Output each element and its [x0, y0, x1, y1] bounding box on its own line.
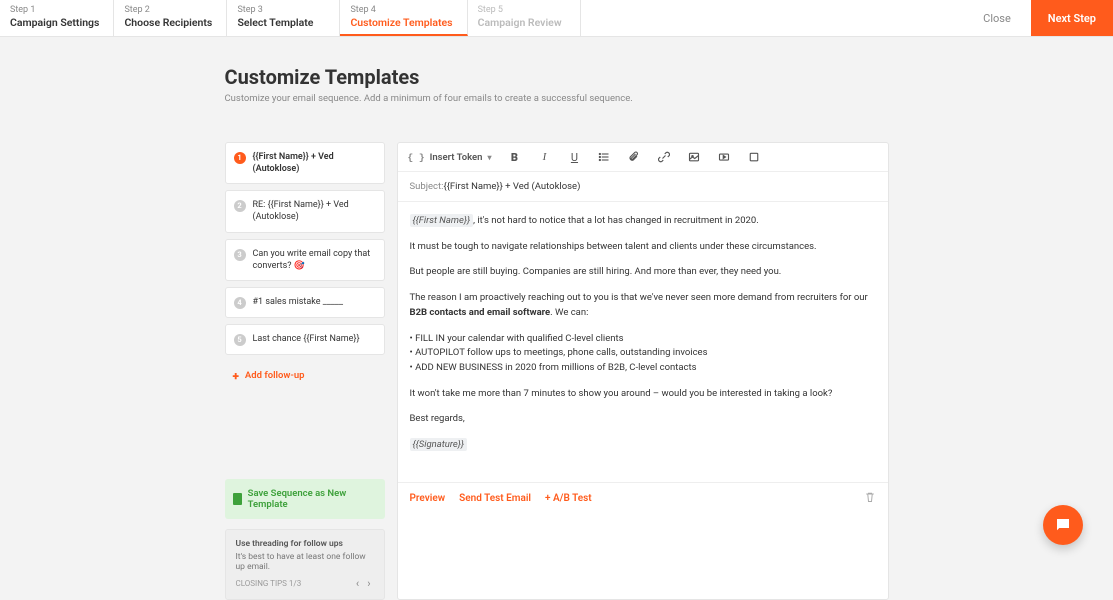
- sequence-number: 5: [234, 334, 246, 346]
- paperclip-icon: [628, 151, 640, 163]
- insert-token-label: Insert Token: [430, 152, 483, 163]
- sequence-number: 3: [234, 249, 246, 261]
- feature-list: FILL IN your calendar with qualified C-l…: [410, 332, 876, 376]
- chat-fab[interactable]: [1043, 505, 1083, 545]
- sequence-item-3[interactable]: 3 Can you write email copy that converts…: [225, 239, 385, 281]
- page-title: Customize Templates: [225, 65, 889, 89]
- link-icon: [658, 151, 670, 163]
- step-5[interactable]: Step 5 Campaign Review: [468, 0, 581, 36]
- tip-next-button[interactable]: ›: [364, 577, 373, 590]
- step-label: Step 2: [124, 5, 212, 15]
- image-button[interactable]: [687, 150, 701, 164]
- wizard-stepper: Step 1 Campaign Settings Step 2 Choose R…: [0, 0, 1113, 37]
- step-label: Step 3: [237, 5, 325, 15]
- list-button[interactable]: [597, 150, 611, 164]
- step-4[interactable]: Step 4 Customize Templates: [340, 0, 467, 36]
- tip-prev-button[interactable]: ‹: [353, 577, 362, 590]
- video-button[interactable]: [717, 150, 731, 164]
- trash-icon: [864, 491, 876, 503]
- chat-icon: [1054, 516, 1072, 534]
- subject-label: Subject:: [410, 181, 444, 192]
- email-editor: { } Insert Token ▾ B I U: [397, 142, 889, 600]
- braces-icon: { }: [408, 152, 425, 163]
- sequence-label: Last chance {{First Name}}: [253, 333, 360, 346]
- send-test-button[interactable]: Send Test Email: [459, 493, 531, 504]
- editor-toolbar: { } Insert Token ▾ B I U: [398, 143, 888, 172]
- sequence-item-2[interactable]: 2 RE: {{First Name}} + Ved (Autoklose): [225, 190, 385, 232]
- ab-test-button[interactable]: + A/B Test: [545, 493, 592, 504]
- add-followup-label: Add follow-up: [245, 370, 305, 381]
- delete-button[interactable]: [864, 491, 876, 506]
- page-subtitle: Customize your email sequence. Add a min…: [225, 93, 889, 104]
- plus-icon: +: [233, 369, 239, 383]
- step-title: Campaign Review: [478, 16, 566, 29]
- save-sequence-label: Save Sequence as New Template: [248, 488, 377, 510]
- step-2[interactable]: Step 2 Choose Recipients: [114, 0, 227, 36]
- editor-footer: Preview Send Test Email + A/B Test: [398, 482, 888, 514]
- sequence-number: 1: [234, 152, 246, 164]
- sequence-label: Can you write email copy that converts? …: [253, 248, 376, 272]
- sequence-label: {{First Name}} + Ved (Autoklose): [253, 151, 376, 175]
- attachment-button[interactable]: [627, 150, 641, 164]
- step-3[interactable]: Step 3 Select Template: [227, 0, 340, 36]
- bold-button[interactable]: B: [507, 150, 521, 164]
- underline-button[interactable]: U: [567, 150, 581, 164]
- sequence-item-5[interactable]: 5 Last chance {{First Name}}: [225, 324, 385, 355]
- step-title: Customize Templates: [350, 16, 452, 29]
- tip-counter: CLOSING TIPS 1/3: [236, 579, 302, 588]
- step-label: Step 5: [478, 5, 566, 15]
- step-title: Campaign Settings: [10, 16, 99, 29]
- step-label: Step 4: [350, 5, 452, 15]
- sequence-sidebar: 1 {{First Name}} + Ved (Autoklose) 2 RE:…: [225, 142, 385, 600]
- subject-value: {{First Name}} + Ved (Autoklose): [444, 181, 581, 192]
- chevron-down-icon: ▾: [487, 153, 491, 162]
- token-signature: {{Signature}}: [410, 438, 467, 451]
- checkbox-button[interactable]: [747, 150, 761, 164]
- sequence-label: #1 sales mistake _____: [253, 296, 344, 309]
- step-title: Select Template: [237, 16, 325, 29]
- save-sequence-button[interactable]: Save Sequence as New Template: [225, 479, 385, 519]
- video-icon: [718, 151, 730, 163]
- italic-button[interactable]: I: [537, 150, 551, 164]
- preview-button[interactable]: Preview: [410, 493, 446, 504]
- close-button[interactable]: Close: [963, 12, 1031, 25]
- tips-card: Use threading for follow ups It's best t…: [225, 529, 385, 600]
- sequence-item-4[interactable]: 4 #1 sales mistake _____: [225, 287, 385, 318]
- sequence-number: 2: [234, 200, 246, 212]
- tip-title: Use threading for follow ups: [236, 539, 374, 549]
- sequence-label: RE: {{First Name}} + Ved (Autoklose): [253, 199, 376, 223]
- subject-row[interactable]: Subject: {{First Name}} + Ved (Autoklose…: [398, 172, 888, 202]
- step-1[interactable]: Step 1 Campaign Settings: [0, 0, 114, 36]
- image-icon: [688, 151, 700, 163]
- insert-token-button[interactable]: { } Insert Token ▾: [408, 152, 492, 163]
- email-body[interactable]: {{First Name}}, it's not hard to notice …: [398, 202, 888, 482]
- sequence-number: 4: [234, 297, 246, 309]
- next-step-button[interactable]: Next Step: [1031, 0, 1113, 36]
- square-icon: [748, 151, 760, 163]
- link-button[interactable]: [657, 150, 671, 164]
- step-title: Choose Recipients: [124, 16, 212, 29]
- template-icon: [233, 493, 242, 505]
- list-icon: [598, 151, 610, 163]
- add-followup-button[interactable]: + Add follow-up: [225, 361, 385, 391]
- token-firstname: {{First Name}}: [410, 214, 474, 227]
- sequence-item-1[interactable]: 1 {{First Name}} + Ved (Autoklose): [225, 142, 385, 184]
- step-label: Step 1: [10, 5, 99, 15]
